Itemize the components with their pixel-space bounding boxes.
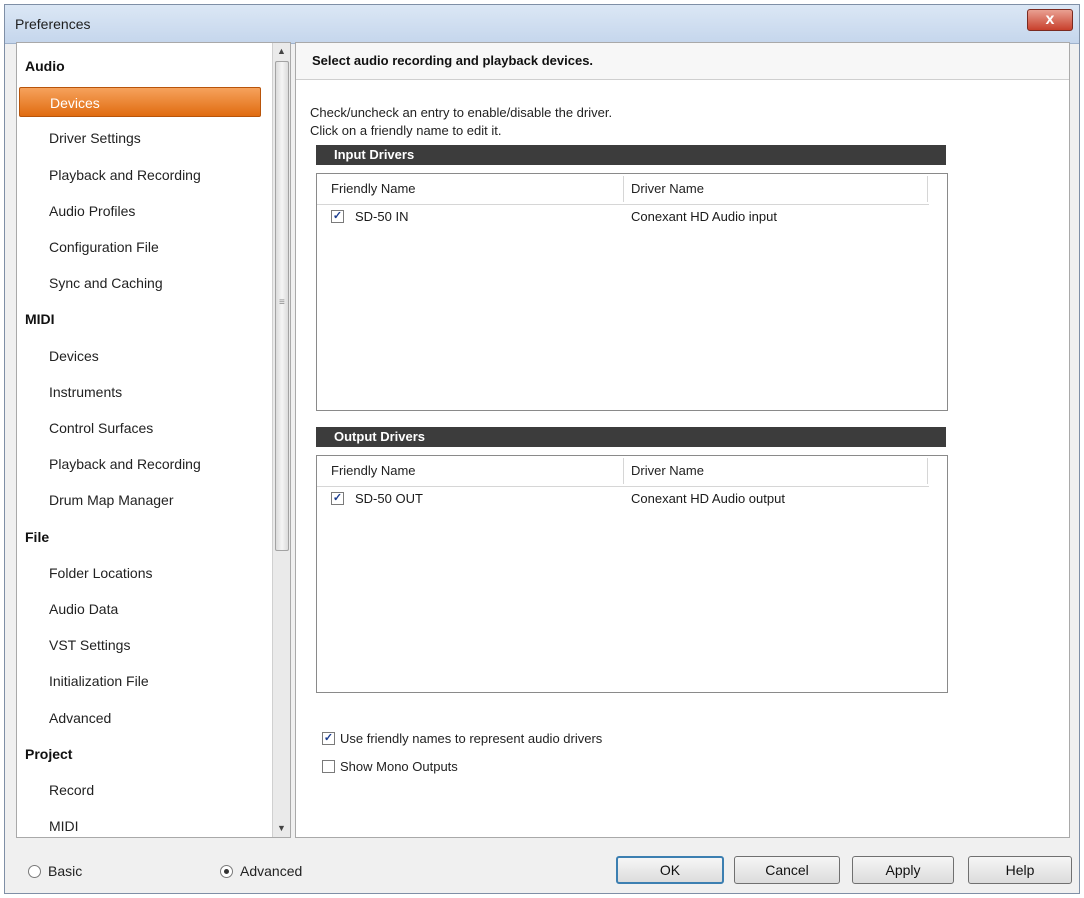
input-drivers-header: Input Drivers	[316, 145, 946, 165]
input-driver-name: Conexant HD Audio input	[631, 209, 777, 224]
nav-category: Project	[25, 745, 73, 762]
apply-button[interactable]: Apply	[852, 856, 954, 884]
use-friendly-names-checkbox[interactable]: ✓	[322, 732, 335, 745]
output-drivers-list[interactable]: Friendly Name Driver Name ✓ SD-50 OUT Co…	[316, 455, 948, 693]
window-title: Preferences	[15, 16, 91, 32]
scroll-thumb[interactable]: ≡	[275, 61, 289, 551]
nav-item[interactable]: Playback and Recording	[17, 449, 273, 479]
nav-item[interactable]: Initialization File	[17, 666, 273, 696]
input-friendly-name[interactable]: SD-50 IN	[355, 204, 408, 230]
show-mono-outputs-checkbox[interactable]	[322, 760, 335, 773]
nav-item[interactable]: Instruments	[17, 377, 273, 407]
output-list-header: Friendly Name Driver Name	[317, 456, 929, 487]
close-icon: x	[1045, 11, 1055, 28]
nav-item[interactable]: Sync and Caching	[17, 268, 273, 298]
input-driver-checkbox[interactable]: ✓	[331, 210, 344, 223]
instruction-text-1: Check/uncheck an entry to enable/disable…	[310, 105, 613, 120]
nav-scrollbar[interactable]: ▲ ≡ ▼	[272, 43, 290, 837]
col-driver-name[interactable]: Driver Name	[631, 174, 704, 204]
nav-item[interactable]: Record	[17, 775, 273, 805]
nav-item[interactable]: Devices	[19, 87, 261, 118]
nav-category: MIDI	[25, 311, 55, 328]
nav-item[interactable]: Drum Map Manager	[17, 485, 273, 515]
close-button[interactable]: x	[1027, 9, 1073, 31]
show-mono-outputs-label[interactable]: Show Mono Outputs	[340, 757, 458, 777]
table-row[interactable]: ✓ SD-50 OUT Conexant HD Audio output	[317, 486, 929, 512]
nav-item[interactable]: MIDI	[17, 811, 273, 837]
input-list-header: Friendly Name Driver Name	[317, 174, 929, 205]
output-driver-name: Conexant HD Audio output	[631, 491, 785, 506]
nav-category: File	[25, 528, 50, 545]
output-friendly-name[interactable]: SD-50 OUT	[355, 486, 423, 512]
table-row[interactable]: ✓ SD-50 IN Conexant HD Audio input	[317, 204, 929, 230]
nav-item[interactable]: Audio Data	[17, 594, 273, 624]
scroll-down-icon[interactable]: ▼	[273, 820, 290, 837]
col-friendly-name[interactable]: Friendly Name	[331, 456, 416, 486]
panel-header: Select audio recording and playback devi…	[296, 43, 1069, 80]
nav-item[interactable]: Devices	[17, 341, 273, 371]
basic-radio[interactable]	[28, 865, 41, 878]
column-divider[interactable]	[623, 176, 624, 202]
advanced-radio-label[interactable]: Advanced	[240, 863, 302, 879]
nav-item[interactable]: VST Settings	[17, 630, 273, 660]
nav-item[interactable]: Folder Locations	[17, 558, 273, 588]
output-driver-checkbox[interactable]: ✓	[331, 492, 344, 505]
use-friendly-names-label[interactable]: Use friendly names to represent audio dr…	[340, 729, 602, 749]
ok-button[interactable]: OK	[616, 856, 724, 884]
cancel-button[interactable]: Cancel	[734, 856, 840, 884]
column-divider[interactable]	[927, 176, 928, 202]
nav-item[interactable]: Playback and Recording	[17, 160, 273, 190]
column-divider[interactable]	[927, 458, 928, 484]
col-friendly-name[interactable]: Friendly Name	[331, 174, 416, 204]
nav-list: Audio Devices Driver Settings Playback and …	[17, 43, 273, 837]
content-panel: Select audio recording and playback devi…	[295, 42, 1070, 838]
nav-item[interactable]: Control Surfaces	[17, 413, 273, 443]
column-divider[interactable]	[623, 458, 624, 484]
scroll-up-icon[interactable]: ▲	[273, 43, 290, 60]
basic-radio-label[interactable]: Basic	[48, 863, 82, 879]
title-bar[interactable]: Preferences x	[5, 5, 1079, 44]
advanced-radio[interactable]	[220, 865, 233, 878]
grip-icon: ≡	[279, 297, 285, 308]
nav-item[interactable]: Driver Settings	[17, 123, 273, 153]
input-drivers-list[interactable]: Friendly Name Driver Name ✓ SD-50 IN Con…	[316, 173, 948, 411]
col-driver-name[interactable]: Driver Name	[631, 456, 704, 486]
output-drivers-header: Output Drivers	[316, 427, 946, 447]
nav-category: Audio	[25, 58, 65, 74]
nav-tree: Audio Devices Driver Settings Playback and …	[16, 42, 291, 838]
nav-item[interactable]: Configuration File	[17, 232, 273, 262]
nav-item[interactable]: Advanced	[17, 703, 273, 733]
nav-item[interactable]: Audio Profiles	[17, 196, 273, 226]
help-button[interactable]: Help	[968, 856, 1072, 884]
instruction-text-2: Click on a friendly name to edit it.	[310, 123, 502, 138]
